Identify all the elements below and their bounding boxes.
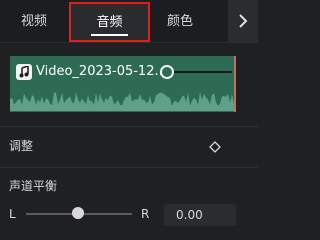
balance-right-label: R — [141, 207, 150, 221]
clip-volume-handle[interactable] — [160, 65, 174, 79]
tab-video[interactable]: 视频 — [14, 8, 54, 36]
balance-left-label: L — [9, 207, 16, 221]
clip-trim-handle[interactable] — [234, 56, 236, 112]
clip-name: Video_2023-05-12... — [36, 64, 167, 79]
chevron-right-icon — [239, 14, 248, 28]
audio-panel: 视频 音频 颜色 Video_2023-05-12... 调整 声道平衡 L R… — [0, 0, 258, 226]
adjust-section-title: 调整 — [9, 139, 34, 153]
balance-slider-handle[interactable] — [72, 207, 84, 219]
divider — [0, 42, 258, 43]
divider — [0, 126, 258, 127]
tab-audio-label: 音频 — [96, 15, 123, 30]
balance-value-input[interactable]: 0.00 — [164, 204, 236, 226]
tab-audio[interactable]: 音频 — [69, 2, 150, 42]
tab-bar: 视频 音频 颜色 — [0, 0, 258, 42]
music-note-icon — [16, 64, 32, 80]
audio-clip[interactable]: Video_2023-05-12... — [10, 56, 236, 112]
clip-volume-track[interactable] — [170, 71, 232, 73]
audio-waveform — [10, 92, 236, 111]
tab-active-indicator — [91, 34, 128, 36]
diamond-icon[interactable] — [209, 141, 221, 153]
divider — [0, 167, 258, 168]
tab-color[interactable]: 颜色 — [160, 8, 200, 36]
tabs-more-button[interactable] — [228, 0, 258, 42]
balance-title: 声道平衡 — [9, 179, 58, 193]
